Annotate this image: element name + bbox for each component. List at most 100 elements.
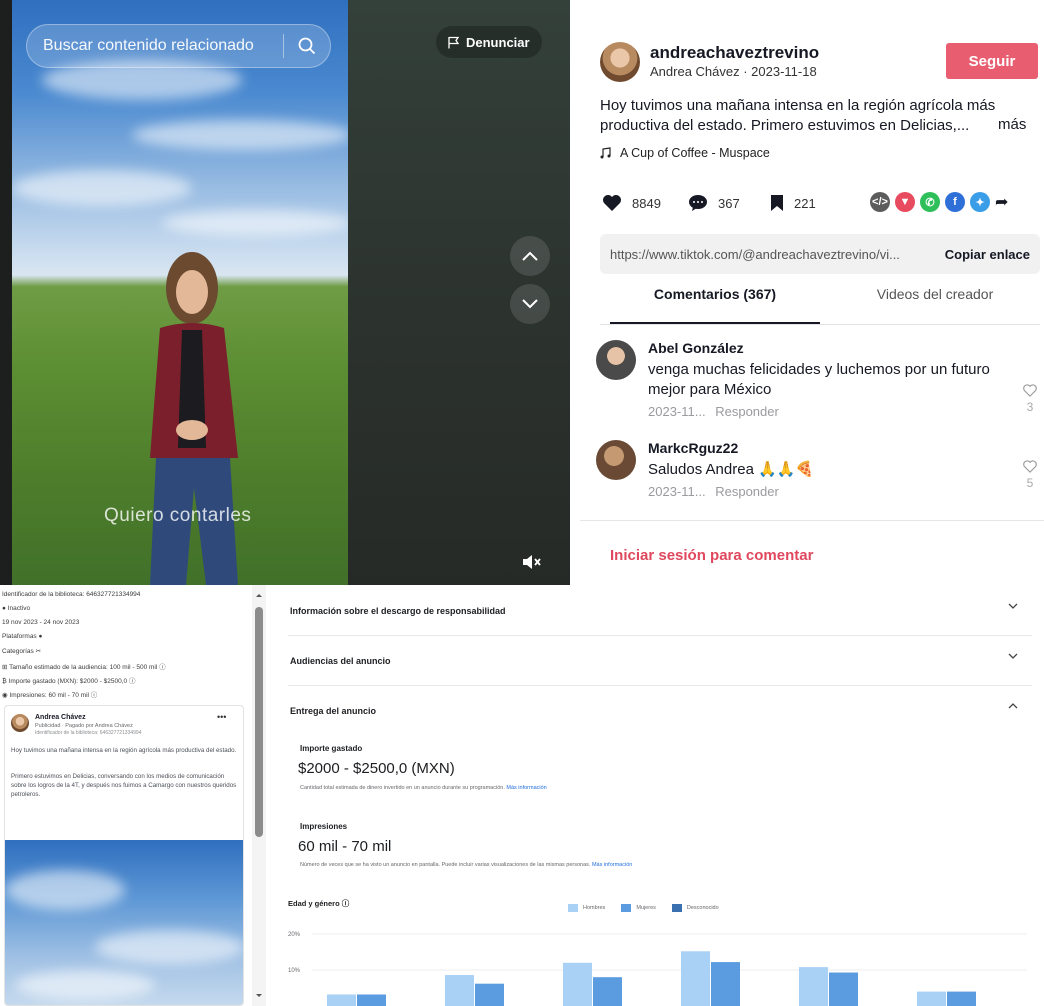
ad-library-panel: Identificador de la biblioteca: 64632772… bbox=[0, 585, 266, 1006]
music-track[interactable]: A Cup of Coffee - Muspace bbox=[600, 146, 770, 160]
advertiser-name[interactable]: Andrea Chávez bbox=[35, 714, 86, 721]
bar-mujeres-5[interactable] bbox=[947, 991, 976, 1006]
send-icon[interactable]: ▼ bbox=[895, 192, 915, 212]
comment-meta: 2023-11... Responder bbox=[648, 484, 779, 499]
bar-hombres-3[interactable] bbox=[681, 951, 710, 1006]
info-icon[interactable]: ⓘ bbox=[129, 678, 136, 685]
next-video-button[interactable] bbox=[510, 284, 550, 324]
info-icon[interactable]: ⓘ bbox=[342, 899, 350, 908]
comment-stat[interactable]: 367 bbox=[688, 194, 740, 212]
categories-label: Categorías bbox=[2, 648, 34, 655]
age-gender-text: Edad y género bbox=[288, 899, 340, 908]
report-label: Denunciar bbox=[466, 34, 530, 50]
accordion-delivery[interactable]: Entrega del anuncio bbox=[288, 690, 1032, 736]
legend-item[interactable]: Desconocido bbox=[671, 904, 719, 912]
more-link[interactable]: más bbox=[998, 116, 1026, 133]
login-to-comment-link[interactable]: Iniciar sesión para comentar bbox=[610, 547, 813, 564]
heart-outline-icon bbox=[1023, 460, 1037, 473]
y-tick-label: 10% bbox=[288, 968, 301, 974]
legend-swatch bbox=[568, 904, 578, 912]
bar-mujeres-1[interactable] bbox=[475, 983, 504, 1006]
heart-outline-icon bbox=[1023, 384, 1037, 397]
mute-button[interactable] bbox=[520, 550, 544, 574]
comment-meta: 2023-11... Responder bbox=[648, 404, 779, 419]
scroll-up-icon[interactable] bbox=[252, 589, 266, 601]
related-search-box[interactable]: Buscar contenido relacionado bbox=[26, 24, 331, 68]
video-info-panel: andreachaveztrevino Andrea Chávez · 2023… bbox=[580, 0, 1044, 585]
tabs-divider bbox=[600, 324, 1040, 325]
accordion-title: Audiencias del anuncio bbox=[290, 656, 391, 666]
search-icon[interactable] bbox=[284, 37, 330, 55]
legend-label: Mujeres bbox=[636, 905, 656, 911]
legend-label: Desconocido bbox=[686, 905, 719, 911]
bar-mujeres-2[interactable] bbox=[593, 977, 622, 1006]
status-dot-icon: ● bbox=[2, 605, 6, 612]
info-icon[interactable]: ⓘ bbox=[159, 664, 166, 671]
scroll-down-icon[interactable] bbox=[252, 990, 266, 1002]
copy-link-button[interactable]: Copiar enlace bbox=[945, 247, 1030, 262]
commenter-avatar[interactable] bbox=[596, 340, 636, 380]
bar-mujeres-3[interactable] bbox=[711, 962, 740, 1006]
commenter-name[interactable]: Abel González bbox=[648, 340, 744, 356]
bar-hombres-0[interactable] bbox=[327, 994, 356, 1006]
legend-item[interactable]: Hombres bbox=[568, 904, 605, 912]
accordion-audiences[interactable]: Audiencias del anuncio bbox=[288, 640, 1032, 686]
legend-item[interactable]: Mujeres bbox=[621, 904, 656, 912]
video-link[interactable]: https://www.tiktok.com/@andreachaveztrev… bbox=[610, 247, 935, 262]
more-options-icon[interactable]: ••• bbox=[217, 712, 226, 722]
like-stat[interactable]: 8849 bbox=[602, 194, 661, 212]
tab-creator-videos[interactable]: Videos del creador bbox=[830, 286, 1040, 314]
tab-comments[interactable]: Comentarios (367) bbox=[610, 286, 820, 324]
age-gender-title: Edad y género ⓘ bbox=[288, 898, 349, 909]
info-icon[interactable]: ⓘ bbox=[91, 692, 98, 699]
ad-preview-card[interactable]: Andrea Chávez Publicidad · Pagado por An… bbox=[4, 705, 244, 1006]
bar-mujeres-0[interactable] bbox=[357, 994, 386, 1006]
avatar[interactable] bbox=[11, 714, 29, 732]
ad-status: ● Inactivo bbox=[2, 605, 30, 612]
whatsapp-icon[interactable]: ✆ bbox=[920, 192, 940, 212]
comment-text: Saludos Andrea 🙏🙏🍕 bbox=[648, 461, 815, 478]
bar-hombres-1[interactable] bbox=[445, 975, 474, 1006]
ad-categories: Categorías ✂ bbox=[2, 647, 41, 655]
chevron-up-icon bbox=[1008, 703, 1018, 709]
scrollbar-thumb[interactable] bbox=[255, 607, 263, 837]
reply-button[interactable]: Responder bbox=[715, 404, 779, 419]
search-input[interactable]: Buscar contenido relacionado bbox=[27, 37, 283, 55]
video-description: Hoy tuvimos una mañana intensa en la reg… bbox=[600, 97, 996, 134]
ad-audience: ⊞ Tamaño estimado de la audiencia: 100 m… bbox=[2, 661, 166, 671]
commenter-name[interactable]: MarkcRguz22 bbox=[648, 440, 738, 456]
bar-hombres-5[interactable] bbox=[917, 991, 946, 1006]
comment-like[interactable]: 3 bbox=[1020, 384, 1040, 414]
report-button[interactable]: Denunciar bbox=[436, 26, 542, 58]
twitter-icon[interactable]: ✦ bbox=[970, 192, 990, 212]
more-info-link[interactable]: Más información bbox=[506, 785, 546, 791]
author-username[interactable]: andreachaveztrevino bbox=[650, 43, 819, 63]
ad-body-text: Hoy tuvimos una mañana intensa en la reg… bbox=[11, 747, 237, 754]
follow-button[interactable]: Seguir bbox=[946, 43, 1038, 79]
chevron-down-icon bbox=[1008, 653, 1018, 659]
avatar[interactable] bbox=[600, 42, 640, 82]
music-note-icon bbox=[600, 147, 611, 159]
comment-like-count: 5 bbox=[1026, 476, 1034, 490]
share-arrow-icon[interactable]: ➦ bbox=[995, 192, 1008, 212]
previous-video-button[interactable] bbox=[510, 236, 550, 276]
bar-mujeres-4[interactable] bbox=[829, 972, 858, 1006]
facebook-icon[interactable]: f bbox=[945, 192, 965, 212]
ad-media-image[interactable] bbox=[5, 840, 243, 1005]
embed-icon[interactable]: </> bbox=[870, 192, 890, 212]
accordion-title: Entrega del anuncio bbox=[290, 706, 377, 716]
accordion-disclaimer[interactable]: Información sobre el descargo de respons… bbox=[288, 590, 1032, 636]
bookmark-icon bbox=[771, 195, 783, 211]
bar-hombres-4[interactable] bbox=[799, 967, 828, 1006]
legend-swatch bbox=[621, 904, 632, 912]
reply-button[interactable]: Responder bbox=[715, 484, 779, 499]
audience-text: Tamaño estimado de la audiencia: 100 mil… bbox=[9, 664, 158, 671]
commenter-avatar[interactable] bbox=[596, 440, 636, 480]
save-stat[interactable]: 221 bbox=[770, 194, 816, 212]
video-player[interactable]: Buscar contenido relacionado Denunciar Q… bbox=[0, 0, 570, 585]
scrollbar[interactable] bbox=[252, 585, 266, 1006]
bar-hombres-2[interactable] bbox=[563, 962, 592, 1006]
video-frame[interactable] bbox=[12, 0, 348, 585]
comment-like[interactable]: 5 bbox=[1020, 460, 1040, 490]
more-info-link[interactable]: Más información bbox=[592, 862, 632, 868]
